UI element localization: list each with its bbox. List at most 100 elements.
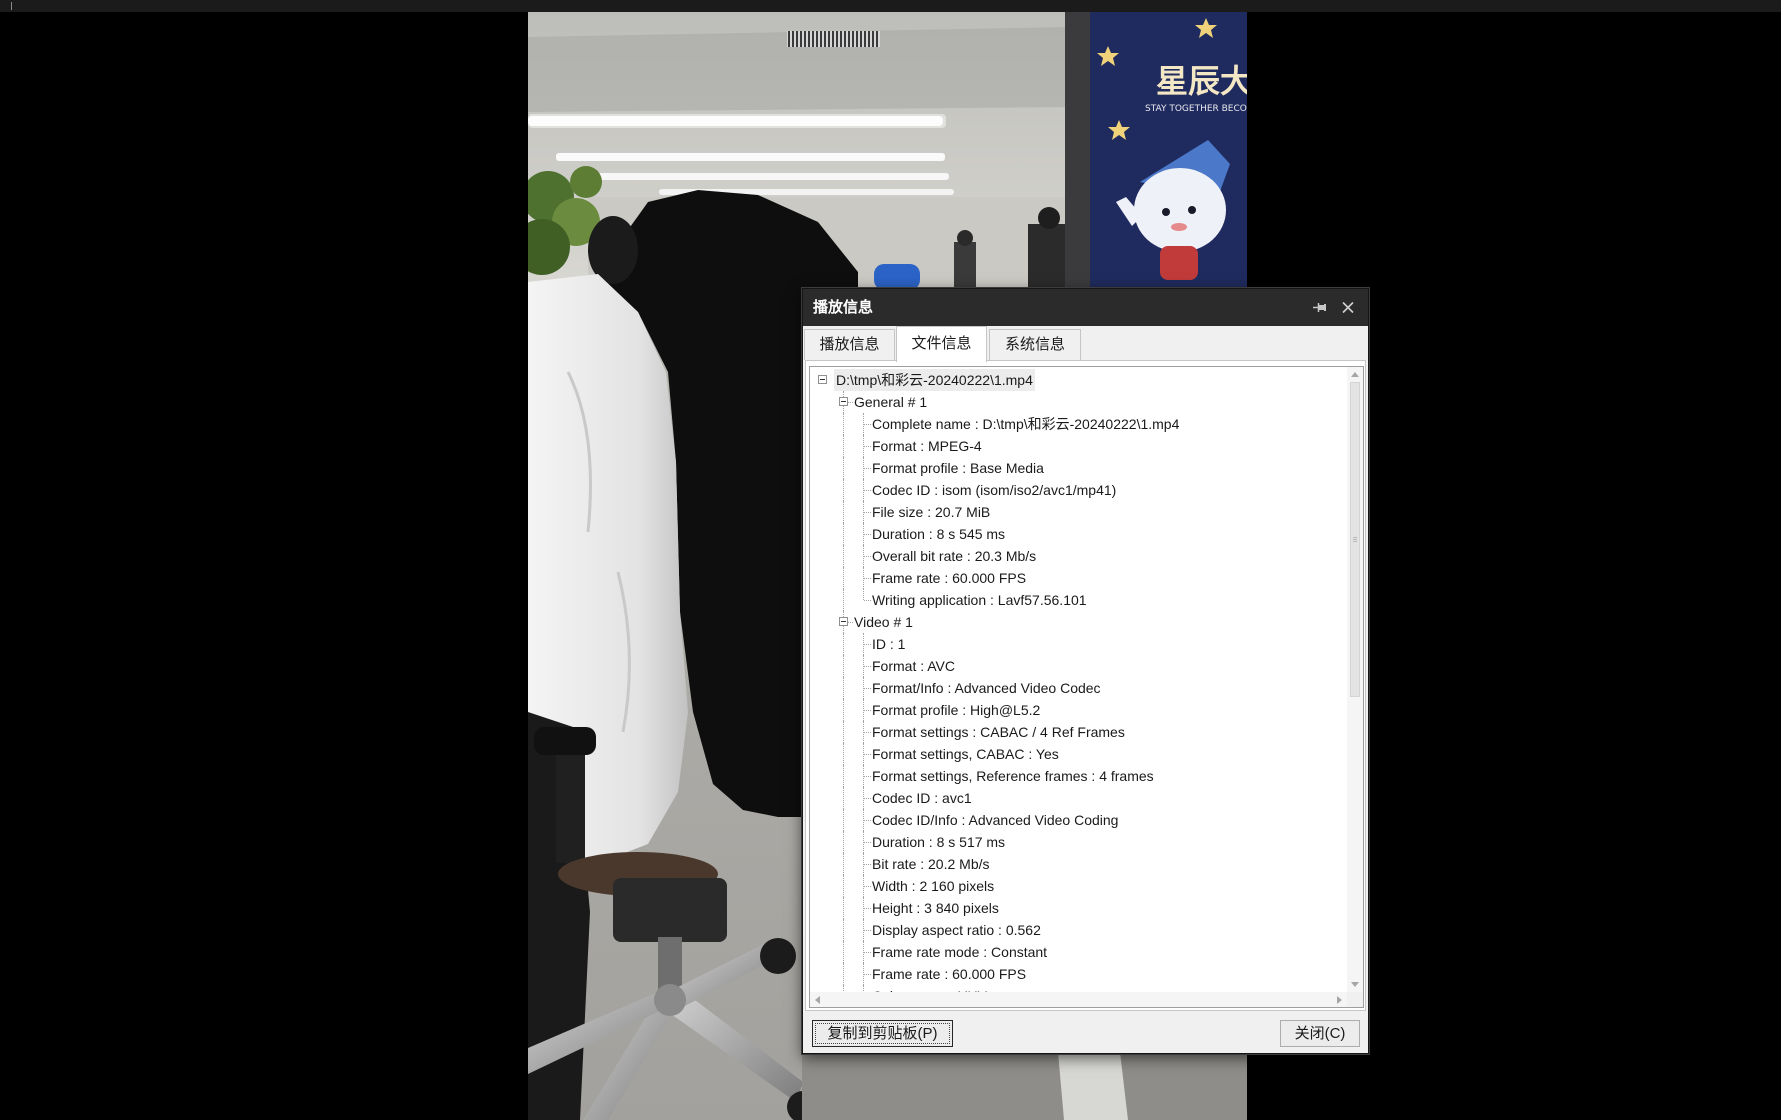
tree-guide-line bbox=[843, 435, 844, 457]
tree-guide-line bbox=[843, 413, 844, 435]
tab-strip: 播放信息 文件信息 系统信息 bbox=[803, 326, 1368, 362]
tree-guide-line bbox=[864, 974, 871, 975]
tree-rows: D:\tmp\和彩云-20240222\1.mp4 General # 1 Comp… bbox=[810, 367, 1347, 992]
tree-guide-line bbox=[864, 842, 871, 843]
close-icon[interactable] bbox=[1340, 300, 1356, 315]
tree-guide-line bbox=[843, 809, 844, 831]
background-person-head bbox=[957, 230, 973, 246]
tree-item[interactable]: Color space : YUV bbox=[810, 985, 1347, 992]
copy-to-clipboard-button[interactable]: 复制到剪贴板(P) bbox=[812, 1020, 953, 1047]
tree-item[interactable]: Format : MPEG-4 bbox=[810, 435, 1347, 457]
tree-item[interactable]: Bit rate : 20.2 Mb/s bbox=[810, 853, 1347, 875]
item-label: Complete name : D:\tmp\和彩云-20240222\1.mp… bbox=[872, 416, 1180, 432]
collapse-toggle-icon[interactable] bbox=[839, 397, 848, 406]
tree-guide-line bbox=[864, 908, 871, 909]
top-bar-mark bbox=[11, 2, 12, 10]
item-label: Codec ID/Info : Advanced Video Coding bbox=[872, 812, 1119, 828]
tab-playback-info[interactable]: 播放信息 bbox=[804, 329, 895, 360]
item-label: Format settings, CABAC : Yes bbox=[872, 746, 1059, 762]
tree-item[interactable]: Format/Info : Advanced Video Codec bbox=[810, 677, 1347, 699]
tree-guide-line bbox=[843, 633, 844, 655]
item-label: Codec ID : avc1 bbox=[872, 790, 972, 806]
tree-guide-line bbox=[864, 886, 871, 887]
tree-item[interactable]: Format profile : High@L5.2 bbox=[810, 699, 1347, 721]
tree-item[interactable]: Frame rate : 60.000 FPS bbox=[810, 567, 1347, 589]
scroll-left-arrow-icon[interactable] bbox=[810, 992, 825, 1007]
tree-section-node[interactable]: Video # 1 bbox=[810, 611, 1347, 633]
tree-item[interactable]: Display aspect ratio : 0.562 bbox=[810, 919, 1347, 941]
tree-guide-line bbox=[843, 501, 844, 523]
tree-guide-line bbox=[864, 732, 871, 733]
thumb-grip bbox=[1353, 536, 1357, 542]
item-label: Height : 3 840 pixels bbox=[872, 900, 999, 916]
tree-guide-line bbox=[843, 589, 844, 611]
tree-item[interactable]: Codec ID : isom (isom/iso2/avc1/mp41) bbox=[810, 479, 1347, 501]
tree-root-node[interactable]: D:\tmp\和彩云-20240222\1.mp4 bbox=[810, 369, 1347, 391]
vertical-scrollbar[interactable] bbox=[1347, 367, 1363, 992]
tree-guide-line bbox=[843, 721, 844, 743]
item-label: Color space : YUV bbox=[872, 985, 987, 992]
tree-item[interactable]: Writing application : Lavf57.56.101 bbox=[810, 589, 1347, 611]
tree-guide-line bbox=[843, 457, 844, 479]
tree-item[interactable]: Codec ID/Info : Advanced Video Coding bbox=[810, 809, 1347, 831]
tree-item[interactable]: Frame rate : 60.000 FPS bbox=[810, 963, 1347, 985]
item-label: Format profile : Base Media bbox=[872, 460, 1044, 476]
floor-far bbox=[802, 1052, 1247, 1120]
tree-item[interactable]: Format : AVC bbox=[810, 655, 1347, 677]
item-label: Duration : 8 s 545 ms bbox=[872, 526, 1006, 542]
section-label: Video # 1 bbox=[854, 614, 913, 630]
tree-item[interactable]: Frame rate mode : Constant bbox=[810, 941, 1347, 963]
tab-file-info[interactable]: 文件信息 bbox=[896, 326, 987, 362]
background-person-head bbox=[1038, 207, 1060, 229]
close-button[interactable]: 关闭(C) bbox=[1280, 1020, 1360, 1047]
item-label: Format settings, Reference frames : 4 fr… bbox=[872, 768, 1154, 784]
tree-guide-line bbox=[864, 710, 871, 711]
tree-section-node[interactable]: General # 1 bbox=[810, 391, 1347, 413]
tree-item[interactable]: Format profile : Base Media bbox=[810, 457, 1347, 479]
item-label: Overall bit rate : 20.3 Mb/s bbox=[872, 548, 1037, 564]
tree-item[interactable]: Format settings, Reference frames : 4 fr… bbox=[810, 765, 1347, 787]
tree-guide-line bbox=[864, 490, 871, 491]
tree-guide-line bbox=[843, 875, 844, 897]
item-label: Frame rate mode : Constant bbox=[872, 944, 1048, 960]
tree-guide-line bbox=[848, 402, 853, 403]
tree-item[interactable]: Format settings : CABAC / 4 Ref Frames bbox=[810, 721, 1347, 743]
poster-subtitle: STAY TOGETHER BECO bbox=[1145, 104, 1247, 114]
scrollbar-thumb[interactable] bbox=[1350, 382, 1360, 697]
tree-guide-line bbox=[864, 534, 871, 535]
tree-item[interactable]: Duration : 8 s 517 ms bbox=[810, 831, 1347, 853]
media-info-tree[interactable]: D:\tmp\和彩云-20240222\1.mp4 General # 1 Comp… bbox=[809, 366, 1364, 1008]
dialog-title: 播放信息 bbox=[813, 299, 874, 316]
ceiling-light bbox=[556, 153, 945, 161]
tree-item[interactable]: Format settings, CABAC : Yes bbox=[810, 743, 1347, 765]
collapse-toggle-icon[interactable] bbox=[839, 617, 848, 626]
background-person bbox=[1028, 224, 1068, 290]
poster-title: 星辰大 bbox=[1156, 62, 1247, 100]
dialog-title-bar[interactable]: 播放信息 bbox=[803, 289, 1368, 326]
tree-guide-line bbox=[848, 622, 853, 623]
tree-item[interactable]: File size : 20.7 MiB bbox=[810, 501, 1347, 523]
tree-guide-line bbox=[843, 677, 844, 699]
air-vent bbox=[787, 31, 880, 47]
item-label: Width : 2 160 pixels bbox=[872, 878, 995, 894]
tab-system-info[interactable]: 系统信息 bbox=[989, 329, 1081, 360]
tree-guide-line bbox=[863, 589, 864, 600]
tree-item[interactable]: ID : 1 bbox=[810, 633, 1347, 655]
tree-item[interactable]: Overall bit rate : 20.3 Mb/s bbox=[810, 545, 1347, 567]
item-label: Duration : 8 s 517 ms bbox=[872, 834, 1006, 850]
tree-item[interactable]: Complete name : D:\tmp\和彩云-20240222\1.mp… bbox=[810, 413, 1347, 435]
item-label: Format : AVC bbox=[872, 658, 955, 674]
scroll-down-arrow-icon[interactable] bbox=[1347, 977, 1363, 992]
tree-item[interactable]: Codec ID : avc1 bbox=[810, 787, 1347, 809]
tree-item[interactable]: Height : 3 840 pixels bbox=[810, 897, 1347, 919]
tree-item[interactable]: Width : 2 160 pixels bbox=[810, 875, 1347, 897]
collapse-toggle-icon[interactable] bbox=[818, 375, 827, 384]
player-top-bar bbox=[0, 0, 1781, 12]
horizontal-scrollbar[interactable] bbox=[810, 992, 1347, 1007]
scroll-right-arrow-icon[interactable] bbox=[1332, 992, 1347, 1007]
root-label: D:\tmp\和彩云-20240222\1.mp4 bbox=[834, 369, 1035, 391]
scroll-up-arrow-icon[interactable] bbox=[1347, 367, 1363, 382]
pin-icon[interactable] bbox=[1312, 300, 1328, 315]
partition-column bbox=[1065, 12, 1090, 297]
tree-item[interactable]: Duration : 8 s 545 ms bbox=[810, 523, 1347, 545]
